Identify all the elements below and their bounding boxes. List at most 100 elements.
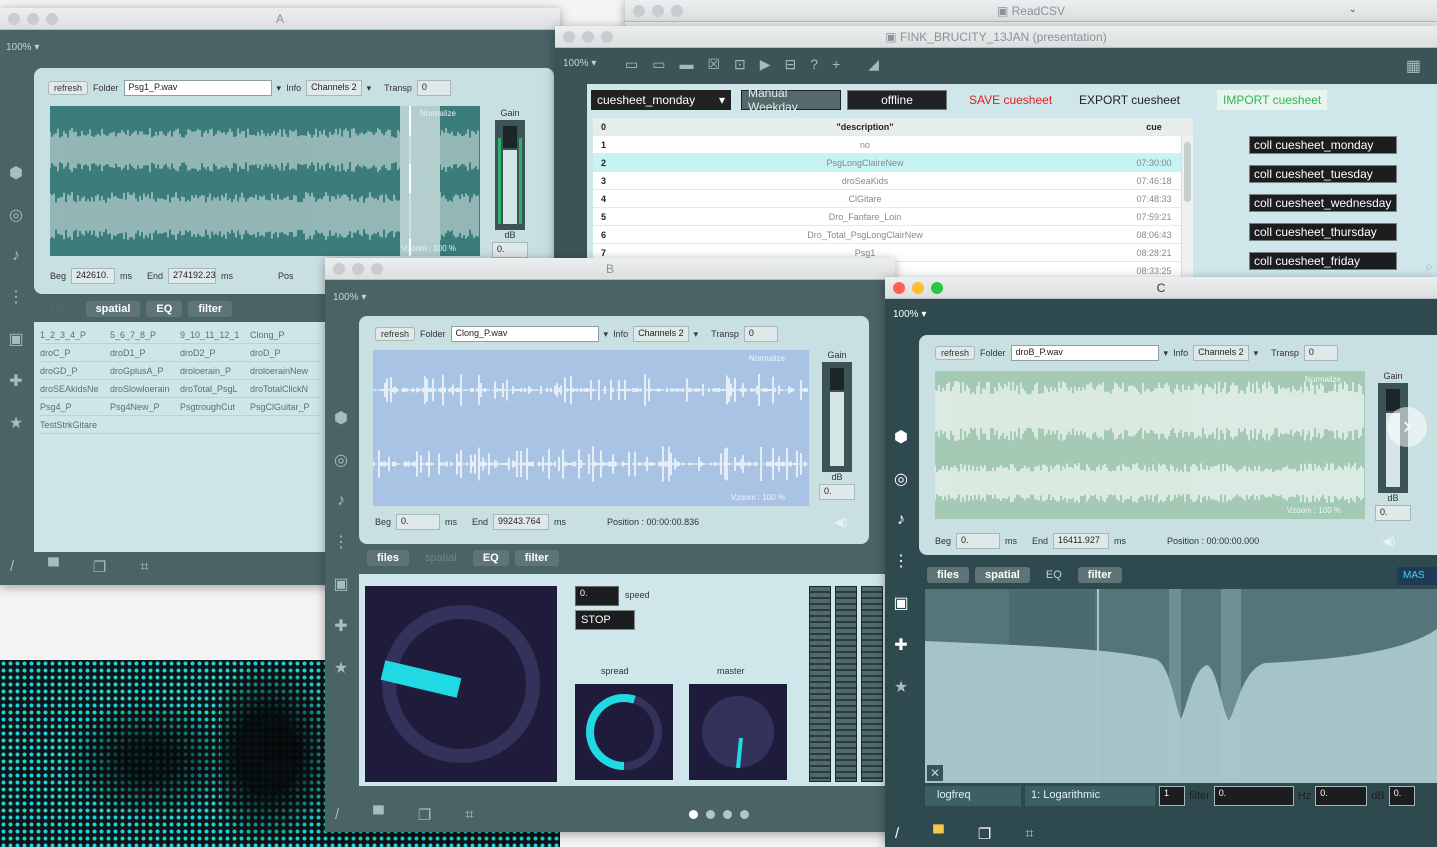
comment-icon[interactable]: ▀ [933, 825, 944, 843]
grid-icon[interactable]: ⌗ [1025, 825, 1033, 843]
save-cuesheet-button[interactable]: SAVE cuesheet [963, 90, 1058, 110]
coll-object[interactable]: coll cuesheet_monday [1249, 136, 1397, 154]
close-box-icon[interactable]: ☒ [707, 56, 720, 73]
file-list-item[interactable]: droTotal_PsgL [180, 380, 250, 398]
refresh-button[interactable]: refresh [375, 327, 416, 341]
master-tab[interactable]: MAS [1397, 567, 1437, 585]
file-list-item[interactable]: droGD_P [40, 362, 110, 380]
file-list-item[interactable]: 1_2_3_4_P [40, 326, 110, 344]
folder-field[interactable]: Clong_P.wav [450, 326, 599, 342]
file-list-item[interactable]: TestStrkGitare [40, 416, 110, 434]
file-list-item[interactable]: PsgtroughCut [180, 398, 250, 416]
waveform-display[interactable]: Normalize Vzoom : 100 % [935, 371, 1365, 519]
gain-slider[interactable]: Gain dB 0. [490, 108, 530, 260]
waveform-display[interactable]: Normalize Vzoom : 100 % [50, 106, 480, 256]
db-number[interactable]: 0. [492, 242, 528, 258]
star-icon[interactable]: ★ [894, 677, 908, 697]
scale-select[interactable]: logfreq [925, 786, 1021, 806]
snap-icon[interactable]: ⊡ [734, 56, 746, 73]
gain-number[interactable]: 0. [1315, 786, 1368, 806]
comment-icon[interactable]: ▀ [48, 558, 59, 576]
file-list-item[interactable]: droD1_P [110, 344, 180, 362]
zoom-menu[interactable]: 100% ▾ [333, 292, 366, 303]
image-icon[interactable]: ▣ [893, 593, 908, 613]
table-row[interactable]: 1 no [593, 136, 1193, 154]
tab-files[interactable]: files [40, 301, 80, 317]
transp-number[interactable]: 0 [416, 80, 451, 96]
waveform-display[interactable]: Normalize Vzoom : 100 % [373, 350, 809, 506]
pencil-icon[interactable]: / [895, 825, 899, 843]
readcsv-titlebar[interactable]: ▣ ReadCSV ⌄ [625, 0, 1437, 22]
filter-graph[interactable]: ✕ [925, 589, 1437, 783]
beg-number[interactable]: 0. [956, 533, 1001, 549]
file-list-item[interactable]: droSEAkidsNe [40, 380, 110, 398]
target-icon[interactable]: ◎ [894, 469, 908, 489]
file-list-item[interactable]: droD_P [250, 344, 320, 362]
file-list-item[interactable]: 9_10_11_12_1 [180, 326, 250, 344]
tab-filter[interactable]: filter [514, 550, 559, 566]
help-icon[interactable]: ? [810, 56, 818, 73]
end-number[interactable]: 16411.927 [1053, 533, 1110, 549]
target-icon[interactable]: ◎ [334, 450, 348, 470]
chevron-down-icon[interactable]: ▾ [694, 329, 699, 340]
table-row[interactable]: 3 droSeaKids 07:46:18 [593, 172, 1193, 190]
mode-select[interactable]: 1: Logarithmic [1025, 786, 1155, 806]
beg-number[interactable]: 242610. [71, 268, 116, 284]
patch-icon[interactable]: ▭ [652, 56, 665, 73]
table-row[interactable]: 6 Dro_Total_PsgLongClairNew 08:06:43 [593, 226, 1193, 244]
coll-object[interactable]: coll cuesheet_tuesday [1249, 165, 1397, 183]
pencil-icon[interactable]: / [335, 806, 339, 824]
grid-icon[interactable]: ▦ [1406, 56, 1421, 76]
plus-icon[interactable]: + [832, 56, 840, 73]
tab-spatial[interactable]: spatial [975, 567, 1030, 583]
file-list-item[interactable]: 5_6_7_8_P [110, 326, 180, 344]
bracket-icon[interactable]: ⋮ [893, 551, 909, 571]
file-list-item[interactable]: droloerain_P [180, 362, 250, 380]
tab-files[interactable]: files [367, 550, 410, 566]
chevron-down-icon[interactable]: ▾ [367, 83, 372, 94]
bracket-icon[interactable]: ⋮ [8, 287, 24, 307]
transp-number[interactable]: 0 [1303, 345, 1338, 361]
window-b-titlebar[interactable]: B [325, 258, 895, 280]
pager-dot[interactable] [740, 810, 749, 819]
present-icon[interactable]: ▶ [760, 56, 771, 73]
next-arrow-button[interactable]: › [1387, 407, 1427, 447]
star-icon[interactable]: ★ [9, 413, 23, 433]
note-icon[interactable]: ♪ [337, 492, 345, 510]
cube-icon[interactable]: ⬢ [9, 163, 23, 183]
channels-select[interactable]: Channels 2 [1193, 345, 1249, 361]
tab-eq[interactable]: EQ [472, 550, 509, 566]
search-icon[interactable]: ⌕ [1425, 258, 1433, 275]
tab-files[interactable]: files [927, 567, 970, 583]
table-row[interactable]: 5 Dro_Fanfare_Loin 07:59:21 [593, 208, 1193, 226]
speaker-icon[interactable]: ◀) [834, 515, 847, 529]
window-c-titlebar[interactable]: C [885, 277, 1437, 299]
comment-icon[interactable]: ▀ [373, 806, 384, 824]
end-number[interactable]: 274192.23 [168, 268, 217, 284]
pager-dot[interactable] [706, 810, 715, 819]
coll-object[interactable]: coll cuesheet_wednesday [1249, 194, 1397, 212]
close-icon[interactable]: ✕ [927, 765, 943, 781]
db-number[interactable]: 0. [1375, 505, 1411, 521]
target-icon[interactable]: ◎ [9, 205, 23, 225]
tab-eq[interactable]: EQ [146, 301, 183, 317]
note-icon[interactable]: ♪ [12, 247, 20, 265]
pager-dot[interactable] [689, 810, 698, 819]
chevron-down-icon[interactable]: ▾ [1254, 348, 1259, 359]
tab-eq[interactable]: EQ [1036, 567, 1072, 583]
tab-filter[interactable]: filter [188, 301, 233, 317]
zoom-menu[interactable]: 100% ▾ [563, 58, 596, 69]
zoom-menu[interactable]: 100% ▾ [893, 309, 926, 320]
file-list-item[interactable]: droD2_P [180, 344, 250, 362]
speed-number[interactable]: 0. [575, 586, 619, 606]
comment-icon[interactable]: ▬ [679, 56, 693, 73]
gain-slider[interactable]: Gain dB 0. [1373, 371, 1413, 523]
beg-number[interactable]: 0. [396, 514, 441, 530]
filter-order-number[interactable]: 1 [1159, 786, 1185, 806]
file-list-item[interactable]: droGplusA_P [110, 362, 180, 380]
chevron-down-icon[interactable]: ▾ [604, 329, 609, 340]
zoom-menu[interactable]: 100% ▾ [6, 42, 39, 53]
windows-icon[interactable]: ❐ [93, 558, 106, 576]
cube-icon[interactable]: ⬢ [894, 427, 908, 447]
chevron-down-icon[interactable]: ⌄ [1349, 4, 1357, 15]
